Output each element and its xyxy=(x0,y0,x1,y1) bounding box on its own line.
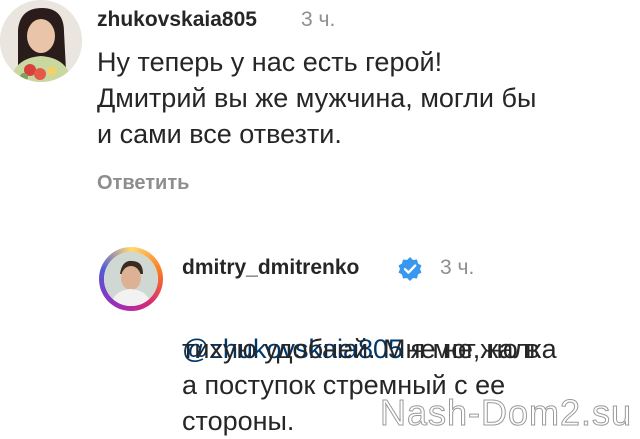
reply-avatar[interactable] xyxy=(104,252,158,306)
comment-avatar[interactable] xyxy=(0,0,82,82)
comment-text: Ну теперь у нас есть герой! Дмитрий вы ж… xyxy=(97,47,537,149)
comment-time: 3 ч. xyxy=(301,8,336,31)
watermark: Nash-Dom2.su xyxy=(379,392,633,434)
reply-username[interactable]: dmitry_dmitrenko xyxy=(182,256,359,280)
comment-username[interactable]: zhukovskaia805 xyxy=(97,8,257,32)
verified-badge-icon xyxy=(398,257,422,281)
avatar-image xyxy=(104,252,158,306)
avatar-image xyxy=(0,0,82,82)
reply-button[interactable]: Ответить xyxy=(97,172,189,195)
reply-time: 3 ч. xyxy=(440,256,475,279)
